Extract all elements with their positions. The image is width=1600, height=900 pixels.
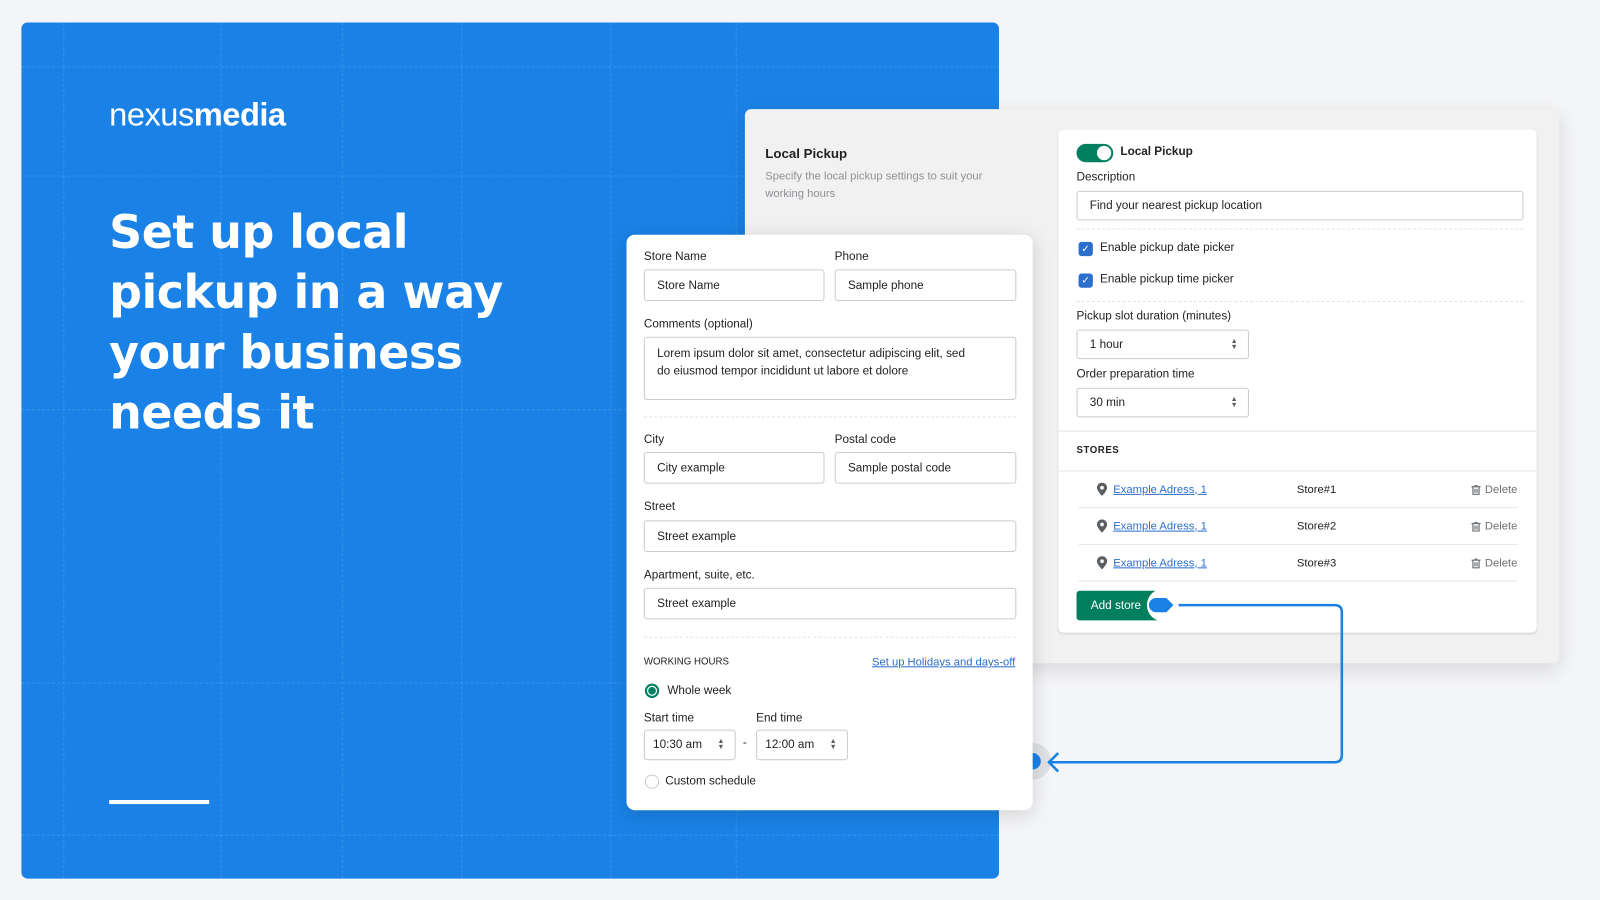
apartment-label: Apartment, suite, etc. [643, 569, 755, 582]
store-name-input[interactable]: Store Name [643, 269, 825, 302]
holidays-link[interactable]: Set up Holidays and days-off [872, 656, 1015, 668]
city-label: City [643, 433, 665, 446]
street-label: Street [643, 501, 676, 514]
phone-label: Phone [834, 251, 869, 264]
street-input[interactable]: Street example [643, 520, 1017, 553]
whole-week-radio[interactable] [644, 683, 660, 698]
comments-label: Comments (optional) [643, 318, 753, 331]
start-time-select[interactable]: 10:30 am ▲ ▼ [643, 729, 736, 761]
store-form-card: Store Name Store Name Phone Sample phone… [626, 234, 1033, 811]
whole-week-label: Whole week [667, 684, 732, 697]
end-time-select[interactable]: 12:00 am ▲ ▼ [756, 729, 848, 761]
phone-input[interactable]: Sample phone [834, 269, 1017, 302]
custom-schedule-label: Custom schedule [665, 775, 756, 788]
store-name-label: Store Name [643, 251, 707, 264]
stepper-arrows-icon: ▲ ▼ [717, 737, 725, 752]
comments-textarea[interactable]: Lorem ipsum dolor sit amet, consectetur … [643, 336, 1017, 400]
postal-code-input[interactable]: Sample postal code [834, 452, 1017, 484]
custom-schedule-radio[interactable] [644, 774, 660, 789]
city-input[interactable]: City example [643, 452, 825, 484]
postal-code-label: Postal code [834, 433, 897, 446]
end-time-label: End time [756, 712, 803, 725]
start-time-label: Start time [643, 712, 695, 725]
apartment-input[interactable]: Street example [643, 587, 1017, 620]
time-separator: - [742, 736, 747, 749]
working-hours-heading: WORKING HOURS [643, 656, 729, 668]
stepper-arrows-icon: ▲ ▼ [829, 737, 837, 752]
